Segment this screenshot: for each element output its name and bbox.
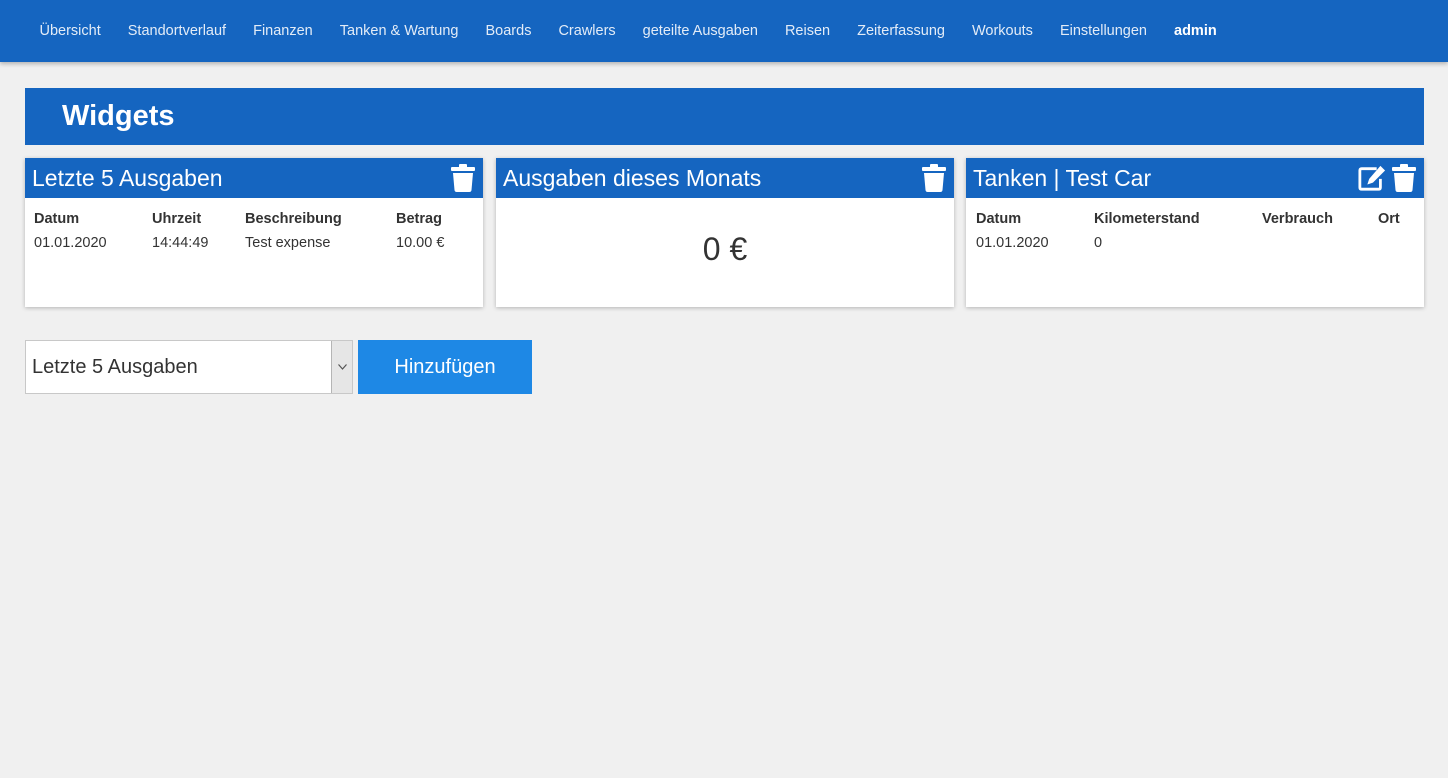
- table-cell: 01.01.2020: [34, 235, 107, 251]
- add-widget-row: Letzte 5 Ausgaben Hinzufügen: [25, 340, 532, 394]
- trash-icon[interactable]: [1390, 163, 1418, 193]
- table-cell: [1262, 233, 1378, 253]
- nav-item-standortverlauf[interactable]: Standortverlauf: [114, 23, 239, 39]
- table-cell: 0: [1094, 235, 1103, 251]
- add-widget-button[interactable]: Hinzufügen: [358, 340, 532, 394]
- widget-last-expenses: Letzte 5 Ausgaben Datum Uhrzeit Beschrei…: [25, 158, 483, 307]
- top-navbar: Übersicht Standortverlauf Finanzen Tanke…: [0, 0, 1448, 62]
- nav-item-uebersicht[interactable]: Übersicht: [26, 23, 114, 39]
- column-header: Beschreibung: [245, 211, 342, 227]
- column-header: Betrag: [396, 211, 442, 227]
- page-title: Widgets: [25, 88, 1424, 145]
- column-header: Datum: [976, 211, 1022, 227]
- widget-title: Tanken | Test Car: [973, 164, 1152, 191]
- nav-item-finanzen[interactable]: Finanzen: [240, 23, 327, 39]
- column-header: Verbrauch: [1262, 211, 1333, 227]
- trash-icon[interactable]: [449, 163, 477, 193]
- chevron-down-icon[interactable]: [331, 341, 352, 393]
- widget-month-expenses: Ausgaben dieses Monats 0 €: [496, 158, 954, 307]
- table-header-row: Datum Uhrzeit Beschreibung Betrag: [34, 208, 476, 233]
- widget-type-select[interactable]: Letzte 5 Ausgaben: [25, 340, 353, 394]
- table-cell: 14:44:49: [152, 235, 209, 251]
- nav-item-zeiterfassung[interactable]: Zeiterfassung: [844, 23, 959, 39]
- widget-title: Ausgaben dieses Monats: [503, 164, 762, 191]
- table-cell: 10.00 €: [396, 235, 445, 251]
- table-cell: [1378, 233, 1418, 253]
- nav-item-admin[interactable]: admin: [1161, 23, 1231, 39]
- month-total-value: 0 €: [702, 231, 748, 267]
- column-header: Uhrzeit: [152, 211, 202, 227]
- nav-item-einstellungen[interactable]: Einstellungen: [1046, 23, 1160, 39]
- widget-type-selected: Letzte 5 Ausgaben: [32, 355, 198, 378]
- table-row: 01.01.2020 0: [976, 233, 1418, 253]
- nav-item-workouts[interactable]: Workouts: [958, 23, 1046, 39]
- nav-item-tanken-wartung[interactable]: Tanken & Wartung: [326, 23, 472, 39]
- table-row: 01.01.2020 14:44:49 Test expense 10.00 €: [34, 233, 476, 253]
- trash-icon[interactable]: [920, 163, 948, 193]
- fuel-table: Datum Kilometerstand Verbrauch Ort 01.01…: [976, 208, 1418, 253]
- nav-item-boards[interactable]: Boards: [472, 23, 545, 39]
- widget-header: Letzte 5 Ausgaben: [25, 158, 483, 198]
- nav-item-geteilte-ausgaben[interactable]: geteilte Ausgaben: [629, 23, 771, 39]
- widget-header: Ausgaben dieses Monats: [496, 158, 954, 198]
- edit-icon[interactable]: [1358, 163, 1386, 193]
- column-header: Ort: [1378, 211, 1400, 227]
- table-header-row: Datum Kilometerstand Verbrauch Ort: [976, 208, 1418, 233]
- table-cell: 01.01.2020: [976, 235, 1049, 251]
- expenses-table: Datum Uhrzeit Beschreibung Betrag 01.01.…: [34, 208, 476, 253]
- table-cell: Test expense: [245, 235, 331, 251]
- nav-item-reisen[interactable]: Reisen: [771, 23, 843, 39]
- widget-header: Tanken | Test Car: [966, 158, 1424, 198]
- widget-fuel: Tanken | Test Car Datum Kilometerstand V…: [966, 158, 1424, 307]
- nav-item-crawlers[interactable]: Crawlers: [545, 23, 629, 39]
- column-header: Kilometerstand: [1094, 211, 1200, 227]
- widget-title: Letzte 5 Ausgaben: [32, 164, 223, 191]
- column-header: Datum: [34, 211, 80, 227]
